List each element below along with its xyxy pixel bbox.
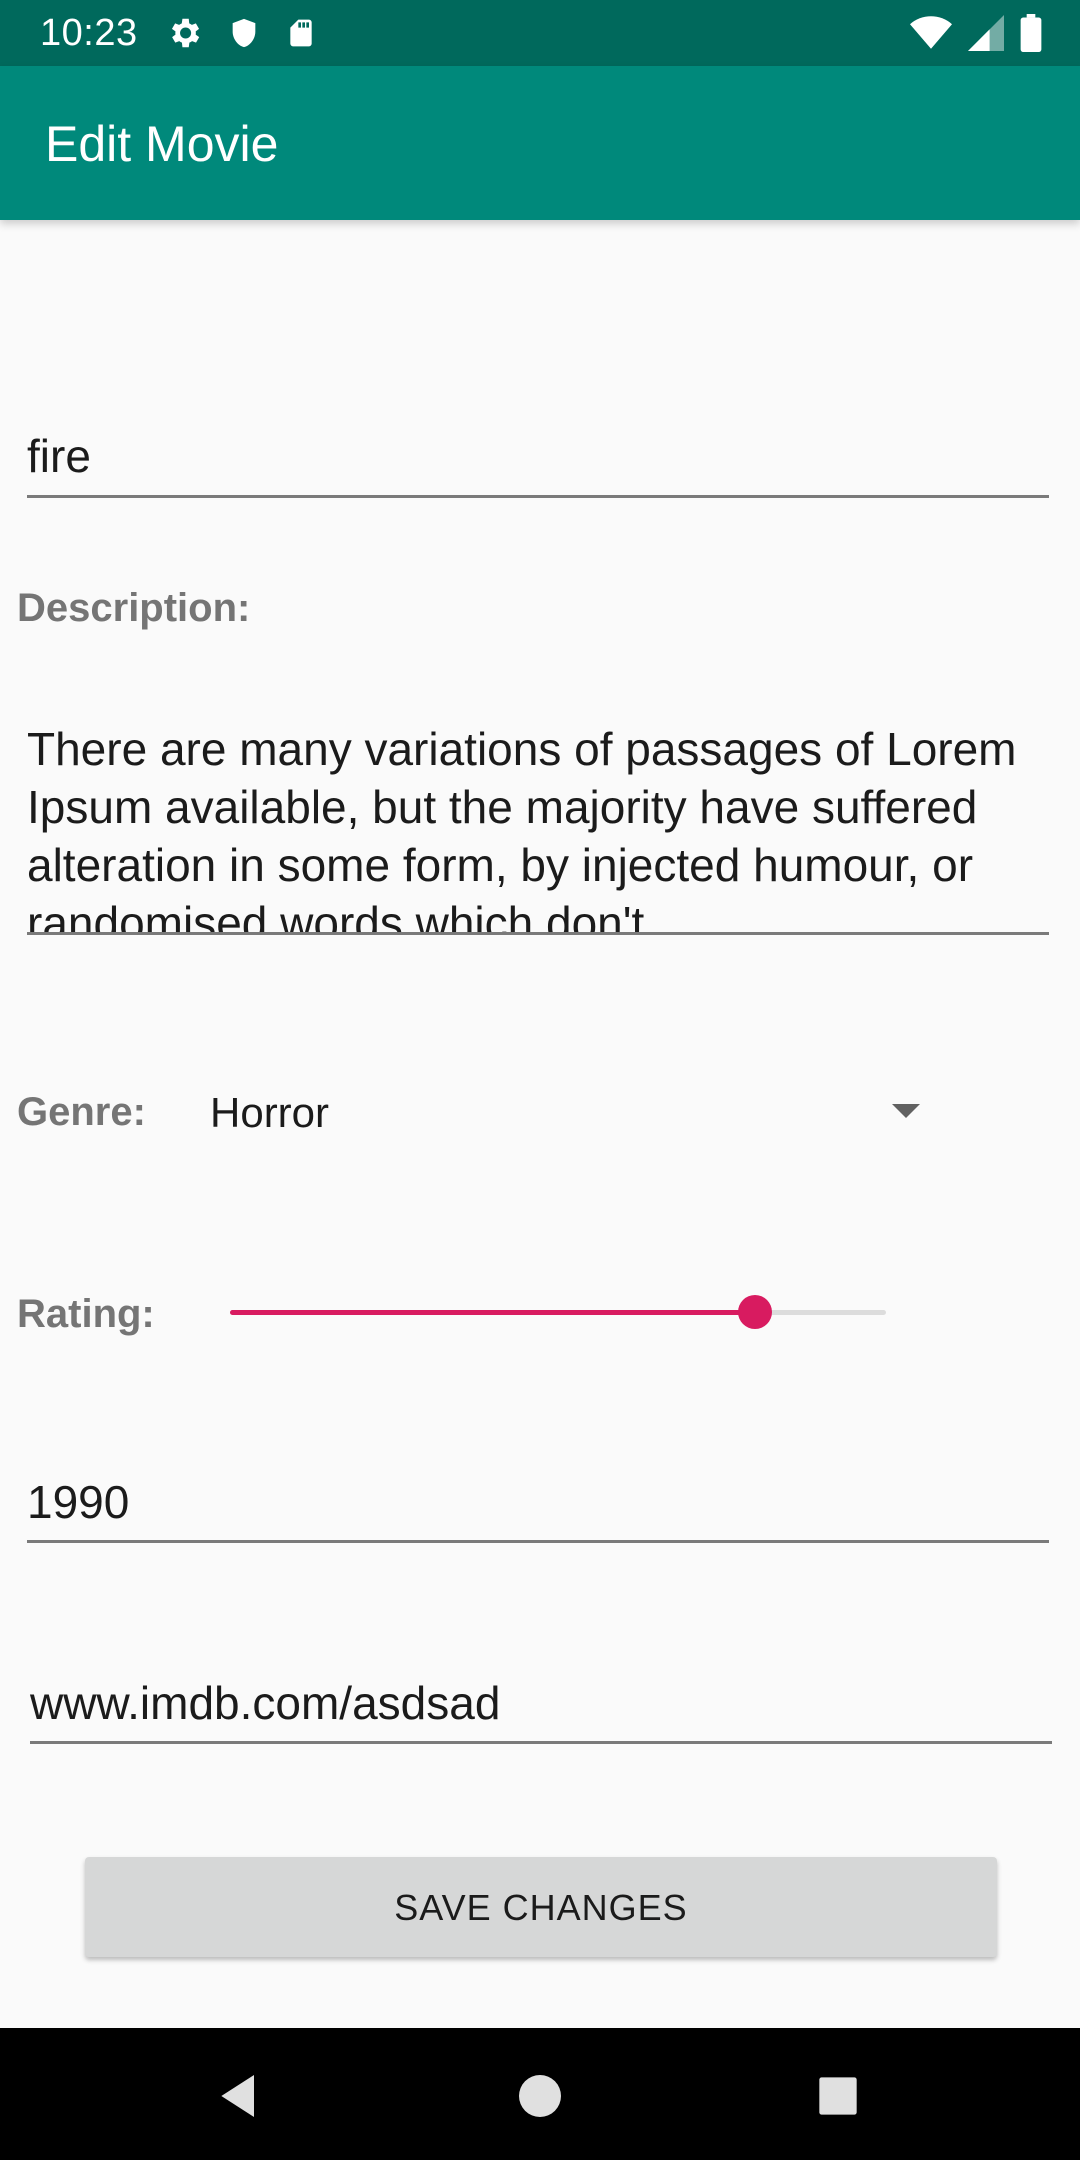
movie-title-value: fire — [27, 430, 91, 482]
status-bar: 10:23 — [0, 0, 1080, 66]
rating-slider[interactable] — [230, 1290, 886, 1336]
app-bar: Edit Movie — [0, 66, 1080, 220]
save-changes-button[interactable]: SAVE CHANGES — [85, 1857, 997, 1957]
battery-icon — [1020, 14, 1042, 52]
genre-selected-value: Horror — [210, 1089, 330, 1136]
page-title: Edit Movie — [45, 116, 279, 172]
movie-title-input[interactable]: fire — [27, 425, 1049, 498]
year-value: 1990 — [27, 1476, 130, 1528]
description-label: Description: — [17, 586, 251, 630]
status-right-icons — [910, 14, 1042, 52]
wifi-icon — [910, 15, 952, 51]
settings-icon — [165, 14, 203, 52]
shield-icon — [227, 14, 261, 52]
slider-thumb[interactable] — [738, 1295, 772, 1329]
year-input[interactable]: 1990 — [27, 1470, 1049, 1543]
slider-fill — [230, 1310, 755, 1315]
rating-label: Rating: — [17, 1292, 155, 1336]
back-icon[interactable] — [212, 2068, 268, 2124]
home-icon[interactable] — [512, 2068, 568, 2124]
status-left-icons — [165, 14, 317, 52]
imdb-url-value: www.imdb.com/asdsad — [30, 1677, 501, 1729]
genre-dropdown[interactable]: Horror — [210, 1078, 930, 1148]
sd-card-icon — [285, 14, 317, 52]
description-value: There are many variations of passages of… — [27, 723, 1017, 935]
navigation-bar — [0, 2028, 1080, 2160]
edit-movie-screen: 10:23 Edit Movie fire Description: There… — [0, 0, 1080, 2160]
recents-icon[interactable] — [810, 2068, 866, 2124]
status-time: 10:23 — [40, 12, 138, 54]
genre-label: Genre: — [17, 1090, 146, 1134]
signal-icon — [968, 15, 1004, 51]
dropdown-arrow-icon — [892, 1104, 920, 1118]
description-input[interactable]: There are many variations of passages of… — [27, 720, 1049, 935]
imdb-url-input[interactable]: www.imdb.com/asdsad — [30, 1673, 1052, 1744]
